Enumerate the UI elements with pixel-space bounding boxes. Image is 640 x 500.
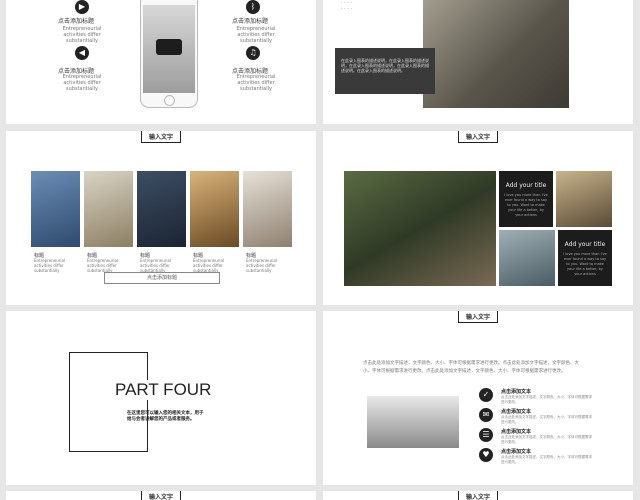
list-item-title-1: 点击添加文本: [501, 389, 532, 395]
sound-icon: ◀: [75, 46, 89, 60]
frame-box: [69, 352, 148, 452]
intro-text: 点击此处添加文字描述，文字颜色、大小、字体可根据需求进行更改。点击此处添加文字描…: [363, 361, 579, 374]
slide-photo-grid[interactable]: 输入文字 Add your title I love you more than…: [323, 131, 633, 305]
list-item-title-2: 点击添加文本: [501, 409, 532, 415]
list-item-text-3: 点击此处添加文字描述，文字颜色、大小、字体可根据需求进行更改。: [501, 435, 592, 444]
gallery-item-desc-4: Entrepreneurial activities differ substa…: [193, 258, 225, 273]
list-item-text-4: 点击此处添加文字描述，文字颜色、大小、字体可根据需求进行更改。: [501, 455, 592, 464]
video-icon: ▶: [75, 0, 89, 14]
gallery-item-desc-2: Entrepreneurial activities differ substa…: [87, 258, 119, 273]
title-box-2-heading: Add your title: [564, 241, 606, 248]
text-box: 在此录入图表的描述说明，在此录入图表的描述说明，在此录入图表的描述说明，在此录入…: [335, 48, 435, 94]
slide-photo-text[interactable]: · · · · · · · · 在此录入图表的描述说明，在此录入图表的描述说明，在…: [323, 0, 633, 124]
phone-screen-image: [143, 5, 195, 93]
woman-portrait-photo: [556, 171, 612, 227]
list-item-title-3: 点击添加文本: [501, 429, 532, 435]
gallery-item-desc-1: Entrepreneurial activities differ substa…: [34, 258, 66, 273]
gallery-photo-shop: [190, 171, 239, 247]
add-title-button[interactable]: 点击添加标题: [104, 272, 220, 284]
slide-part-four[interactable]: PART FOUR 在这里您可以输入您的相关文本，用于给与会者讲解您的产品或者服…: [6, 311, 316, 485]
part-title: PART FOUR: [112, 380, 215, 400]
feature-desc-3: Entrepreneurial activities differ substa…: [236, 26, 276, 44]
clothing-rack-photo: [367, 396, 459, 448]
headphones-icon: ♫: [246, 46, 260, 60]
feature-title-1: 点击添加标题: [58, 18, 95, 25]
slide-tab-label: 输入文字: [140, 491, 182, 500]
top-text: · · · · · · · ·: [341, 0, 353, 12]
woman-sitting-photo: [423, 0, 569, 108]
slide-partial-left[interactable]: 输入文字: [6, 491, 316, 500]
feature-desc-2: Entrepreneurial activities differ substa…: [62, 74, 102, 92]
list-item-text-2: 点击此处添加文字描述，文字颜色、大小、字体可根据需求进行更改。: [501, 415, 592, 424]
gallery-photo-sleeve: [137, 171, 186, 247]
forest-stairs-photo: [344, 171, 496, 286]
title-box-2: Add your title I love you more than I've…: [558, 230, 612, 286]
title-box-1-heading: Add your title: [505, 182, 547, 189]
slide-tab-label: 输入文字: [140, 131, 182, 143]
slide-partial-right[interactable]: 输入文字: [323, 491, 633, 500]
title-box-2-text: I love you more than I've ever found a w…: [563, 252, 607, 276]
slide-phone-features[interactable]: ▶ 点击添加标题 Entrepreneurial activities diff…: [6, 0, 316, 124]
title-box-1-text: I love you more than I've ever found a w…: [504, 193, 548, 217]
gallery-photo-rack: [243, 171, 292, 247]
gallery-item-desc-5: Entrepreneurial activities differ substa…: [246, 258, 278, 273]
gallery-photo-denim: [31, 171, 80, 247]
bluetooth-icon: ᛒ: [246, 0, 260, 14]
camera-girl-photo: [499, 230, 555, 286]
part-subtitle: 在这里您可以输入您的相关文本，用于给与会者讲解您的产品或者服务。: [127, 411, 204, 422]
title-box-1: Add your title I love you more than I've…: [499, 171, 553, 227]
phone-mockup: [140, 0, 198, 108]
thumbs-up-icon: ♥: [479, 448, 493, 462]
gallery-item-desc-3: Entrepreneurial activities differ substa…: [140, 258, 172, 273]
feature-title-3: 点击添加标题: [232, 18, 269, 25]
phone-home-button: [164, 95, 175, 106]
text-box-body: 在此录入图表的描述说明，在此录入图表的描述说明，在此录入图表的描述说明，在此录入…: [341, 58, 429, 73]
chat-icon: ☰: [479, 428, 493, 442]
list-item-text-1: 点击此处添加文字描述，文字颜色、大小、字体可根据需求进行更改。: [501, 395, 592, 404]
slide-gallery[interactable]: 输入文字 标题 Entrepreneurial activities diffe…: [6, 131, 316, 305]
list-item-title-4: 点击添加文本: [501, 449, 532, 455]
slide-tab-label: 输入文字: [457, 311, 499, 323]
slide-tab-label: 输入文字: [457, 491, 499, 500]
slide-tab-label: 输入文字: [457, 131, 499, 143]
check-icon: ✓: [479, 388, 493, 402]
gallery-photo-girl: [84, 171, 133, 247]
feature-desc-4: Entrepreneurial activities differ substa…: [236, 74, 276, 92]
slide-clothing-list[interactable]: 输入文字 点击此处添加文字描述，文字颜色、大小、字体可根据需求进行更改。点击此处…: [323, 311, 633, 485]
feature-desc-1: Entrepreneurial activities differ substa…: [62, 26, 102, 44]
mail-icon: ✉: [479, 408, 493, 422]
